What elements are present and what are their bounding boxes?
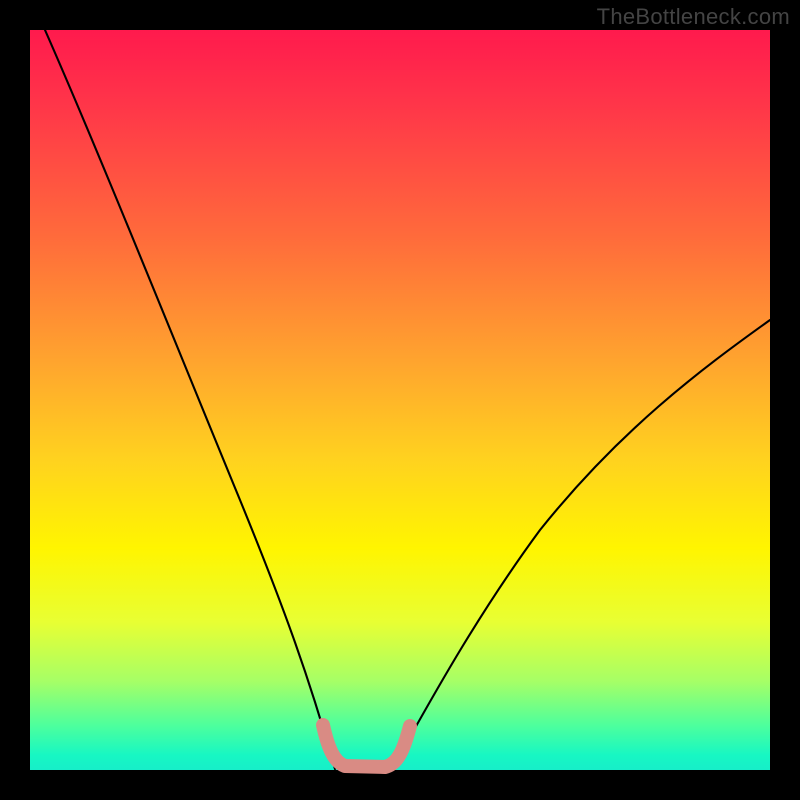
watermark-text: TheBottleneck.com [597, 4, 790, 30]
chart-svg [0, 0, 800, 800]
bottom-accent-u [323, 725, 410, 767]
chart-frame: TheBottleneck.com [0, 0, 800, 800]
left-curve [45, 30, 335, 769]
right-curve [392, 320, 770, 769]
